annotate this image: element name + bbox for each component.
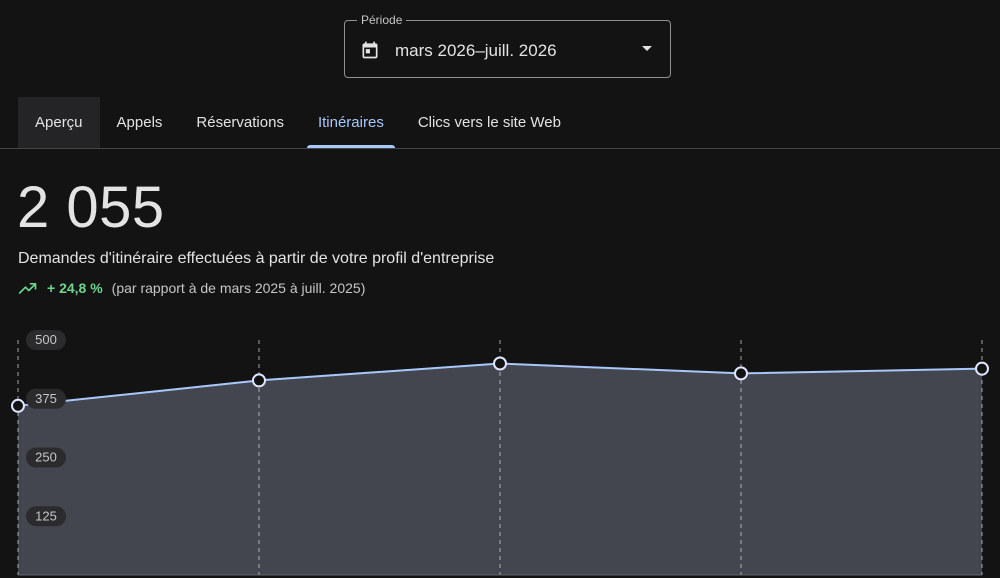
tab-itineraires[interactable]: Itinéraires <box>301 97 401 148</box>
period-label: Période <box>357 12 407 28</box>
trending-up-icon <box>18 283 37 294</box>
metric-description: Demandes d'itinéraire effectuées à parti… <box>18 250 495 267</box>
calendar-icon <box>362 41 378 59</box>
trend-comparison: (par rapport à de mars 2025 à juill. 202… <box>111 280 366 296</box>
tabs-divider <box>0 148 1000 149</box>
trend-row: + 24,8 % (par rapport à de mars 2025 à j… <box>18 279 365 297</box>
data-point <box>11 398 25 413</box>
data-point <box>975 361 989 376</box>
directions-chart: 125 250 375 500 <box>11 330 989 576</box>
tab-reservations[interactable]: Réservations <box>179 97 301 148</box>
tab-clics-site-web[interactable]: Clics vers le site Web <box>401 97 578 148</box>
data-point <box>493 356 507 371</box>
data-point <box>734 366 748 381</box>
dropdown-arrow-icon <box>642 46 652 51</box>
y-tick-label: 500 <box>35 332 57 347</box>
metric-value: 2 055 <box>17 175 165 240</box>
y-tick-label: 125 <box>35 508 57 523</box>
period-value: mars 2026–juill. 2026 <box>395 41 557 60</box>
tab-appels[interactable]: Appels <box>100 97 180 148</box>
tab-bar: Aperçu Appels Réservations Itinéraires C… <box>18 97 578 148</box>
y-tick-label: 375 <box>35 391 57 406</box>
period-selector[interactable]: Période mars 2026–juill. 2026 <box>344 12 671 78</box>
y-tick-label: 250 <box>35 450 57 465</box>
trend-change: + 24,8 % <box>47 280 103 296</box>
tab-apercu[interactable]: Aperçu <box>18 97 100 148</box>
data-point <box>252 373 266 388</box>
